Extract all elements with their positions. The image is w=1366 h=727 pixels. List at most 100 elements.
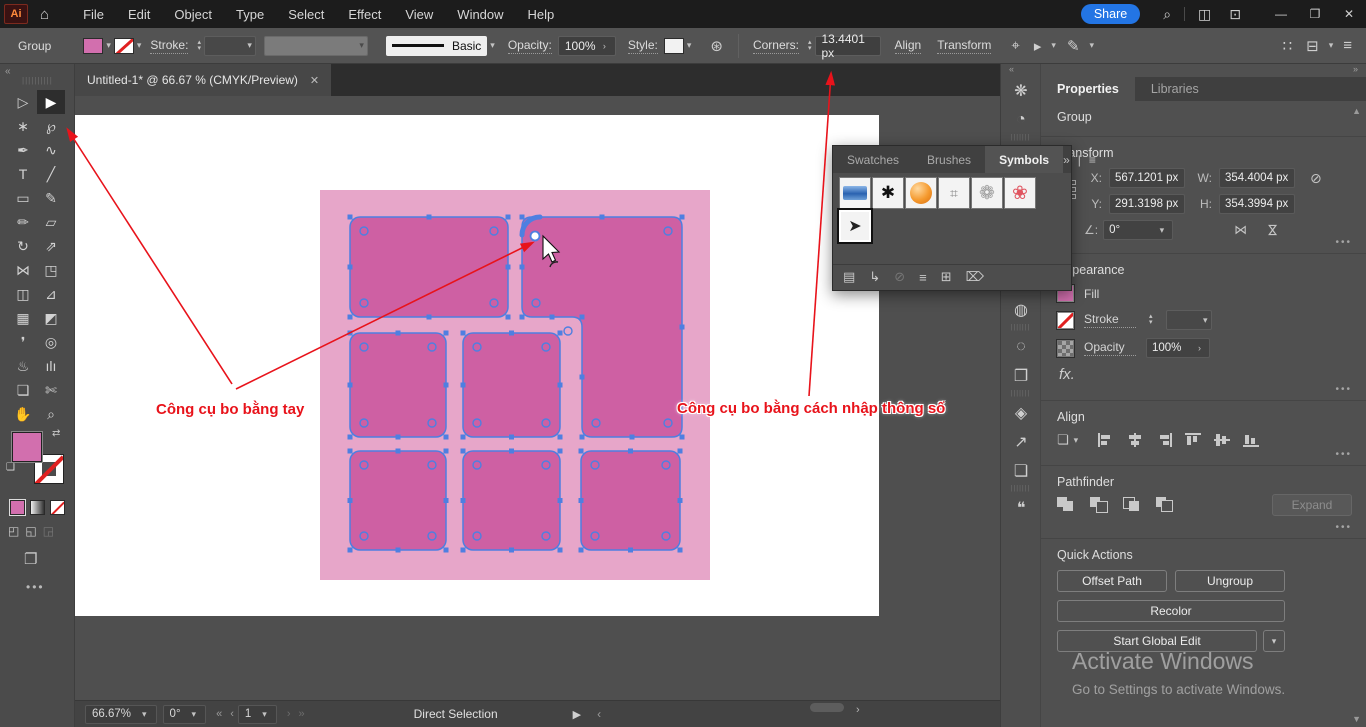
appearance-opacity-swatch[interactable] <box>1057 340 1074 357</box>
align-bottom-icon[interactable] <box>1243 433 1259 447</box>
anchor-point[interactable] <box>558 435 563 440</box>
symbol-grid-tile[interactable]: ⌗ <box>938 177 970 209</box>
expand-button[interactable]: Expand <box>1272 494 1352 516</box>
anchor-point[interactable] <box>580 375 585 380</box>
menu-type[interactable]: Type <box>226 3 274 26</box>
style-label[interactable]: Style: <box>628 38 658 54</box>
anchor-point[interactable] <box>461 383 466 388</box>
artboard-tool[interactable]: ❏ <box>9 378 37 402</box>
graphic-style-swatch[interactable] <box>664 38 684 54</box>
anchor-point[interactable] <box>579 548 584 553</box>
start-global-edit-button[interactable]: Start Global Edit <box>1057 630 1257 652</box>
edit-toolbar-icon[interactable]: ••• <box>26 580 45 594</box>
appearance-opacity-label[interactable]: Opacity <box>1084 340 1136 356</box>
arrange-windows-icon[interactable]: ◫ <box>1198 6 1211 23</box>
transform-more-options-icon[interactable]: ••• <box>1335 237 1352 248</box>
anchor-point[interactable] <box>348 265 353 270</box>
status-back-icon[interactable]: ‹ <box>597 707 601 721</box>
anchor-point[interactable] <box>520 215 525 220</box>
anchor-point[interactable] <box>630 435 635 440</box>
anchor-point[interactable] <box>461 435 466 440</box>
artboard-navigation-dropdown[interactable]: 1▾ <box>238 705 277 724</box>
eyedropper-tool[interactable]: ❜ <box>9 330 37 354</box>
anchor-point[interactable] <box>506 315 511 320</box>
zoom-level-dropdown[interactable]: 66.67%▾ <box>85 705 157 724</box>
tools-panel-grip[interactable]: |||||||||| <box>22 76 53 85</box>
dock-grip[interactable]: ||||||| <box>1001 134 1040 142</box>
panel-menu-icon[interactable]: ≡ <box>1089 153 1096 167</box>
pencil-tool[interactable]: ✏ <box>9 210 37 234</box>
constrain-proportions-icon[interactable]: ⊘ <box>1310 170 1322 187</box>
align-left-icon[interactable] <box>1098 433 1114 447</box>
anchor-point[interactable] <box>579 498 584 503</box>
align-to-dropdown[interactable]: ❏▾ <box>1057 432 1081 448</box>
anchor-point[interactable] <box>396 331 401 336</box>
free-transform-tool[interactable]: ◳ <box>37 258 65 282</box>
search-icon[interactable]: ⌕ <box>1163 6 1171 23</box>
paintbrush-tool[interactable]: ✎ <box>37 186 65 210</box>
workspace-icon[interactable]: ⊡ <box>1229 6 1241 23</box>
blend-tool[interactable]: ◎ <box>37 330 65 354</box>
panel-scroll-down-icon[interactable]: ▼ <box>1352 714 1361 724</box>
anchor-point[interactable] <box>444 548 449 553</box>
anchor-point[interactable] <box>509 435 514 440</box>
anchor-point[interactable] <box>427 215 432 220</box>
effects-button[interactable]: fx. <box>1059 366 1350 383</box>
new-symbol-icon[interactable]: ⊞ <box>941 269 952 285</box>
hovered-corner-widget[interactable] <box>531 232 540 241</box>
draw-inside-icon[interactable]: ◲ <box>43 524 54 538</box>
anchor-point[interactable] <box>348 449 353 454</box>
menu-select[interactable]: Select <box>278 3 334 26</box>
select-similar-objects-icon[interactable]: ▸ <box>1034 37 1042 55</box>
expand-panel-icon[interactable]: » <box>1353 64 1358 74</box>
rounded-rectangle-shape[interactable] <box>350 217 508 317</box>
change-screen-mode-icon[interactable]: ❐ <box>24 550 37 568</box>
intersect-icon[interactable] <box>1123 497 1140 512</box>
width-tool[interactable]: ⋈ <box>9 258 37 282</box>
selection-tool[interactable]: ▷ <box>9 90 37 114</box>
anchor-point[interactable] <box>550 315 555 320</box>
rotation-angle-dropdown[interactable]: 0°▾ <box>1103 220 1173 240</box>
fill-color-swatch[interactable] <box>83 38 103 54</box>
eraser-tool[interactable]: ▱ <box>37 210 65 234</box>
global-edit-chevron-icon[interactable]: ▾ <box>1263 630 1285 652</box>
arrange-documents-icon[interactable]: ⊟ <box>1306 37 1319 55</box>
ungroup-button[interactable]: Ungroup <box>1175 570 1285 592</box>
anchor-point[interactable] <box>580 435 585 440</box>
perspective-grid-tool[interactable]: ⊿ <box>37 282 65 306</box>
stroke-color-swatch[interactable] <box>114 38 134 54</box>
pathfinder-more-options-icon[interactable]: ••• <box>1335 522 1352 533</box>
mesh-tool[interactable]: ▦ <box>9 306 37 330</box>
document-tab[interactable]: Untitled-1* @ 66.67 % (CMYK/Preview) ✕ <box>75 64 331 96</box>
minus-front-icon[interactable] <box>1090 497 1107 512</box>
w-field[interactable]: 354.4004 px <box>1219 168 1295 188</box>
fill-indicator-swatch[interactable] <box>12 432 42 462</box>
appearance-stroke-weight-dropdown[interactable]: ▾ <box>1166 310 1212 330</box>
anchor-point[interactable] <box>520 265 525 270</box>
opacity-label[interactable]: Opacity: <box>508 38 552 54</box>
break-link-icon[interactable]: ⊘ <box>894 269 905 285</box>
close-button[interactable]: ✕ <box>1332 0 1366 28</box>
recolor-artwork-icon[interactable]: ⊛ <box>710 37 723 55</box>
color-guide-icon[interactable]: ◔ <box>1001 105 1041 134</box>
menu-edit[interactable]: Edit <box>118 3 160 26</box>
pen-tool[interactable]: ✒ <box>9 138 37 162</box>
draw-normal-icon[interactable]: ◰ <box>8 524 19 538</box>
anchor-point[interactable] <box>427 315 432 320</box>
stroke-weight-stepper[interactable]: ▴▾ <box>197 40 201 52</box>
gradient-tool[interactable]: ◩ <box>37 306 65 330</box>
home-icon[interactable]: ⌂ <box>40 6 49 23</box>
menu-help[interactable]: Help <box>518 3 565 26</box>
menu-window[interactable]: Window <box>447 3 513 26</box>
flip-vertical-icon[interactable]: ⋈ <box>1265 224 1281 237</box>
gradient-mode-button[interactable] <box>30 500 45 515</box>
first-artboard-icon[interactable]: « <box>216 708 222 720</box>
anchor-point[interactable] <box>396 449 401 454</box>
appearance-panel-icon[interactable]: ◌ <box>1001 332 1041 361</box>
symbol-ink-splat[interactable]: ✱ <box>872 177 904 209</box>
appearance-stroke-swatch[interactable] <box>1057 312 1074 329</box>
h-field[interactable]: 354.3994 px <box>1219 194 1295 214</box>
rounded-rectangle-shape[interactable] <box>463 333 560 437</box>
panel-expand-icon[interactable]: » <box>1063 153 1070 167</box>
symbol-options-icon[interactable]: ≡ <box>919 270 927 285</box>
